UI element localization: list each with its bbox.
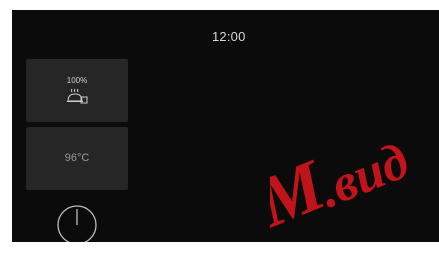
steam-dish-icon (67, 89, 88, 104)
steam-level-value: 100% (66, 76, 88, 85)
clock-time: 12:00 (212, 29, 246, 44)
oven-display: 12:00 100% 96°C (12, 10, 439, 242)
temperature-tile[interactable]: 96°C (26, 127, 128, 190)
screenshot-frame: 12:00 100% 96°C M .вид (0, 0, 439, 266)
steam-level-tile[interactable]: 100% (26, 59, 128, 122)
temperature-value: 96°C (64, 152, 90, 164)
power-icon[interactable] (55, 203, 99, 242)
